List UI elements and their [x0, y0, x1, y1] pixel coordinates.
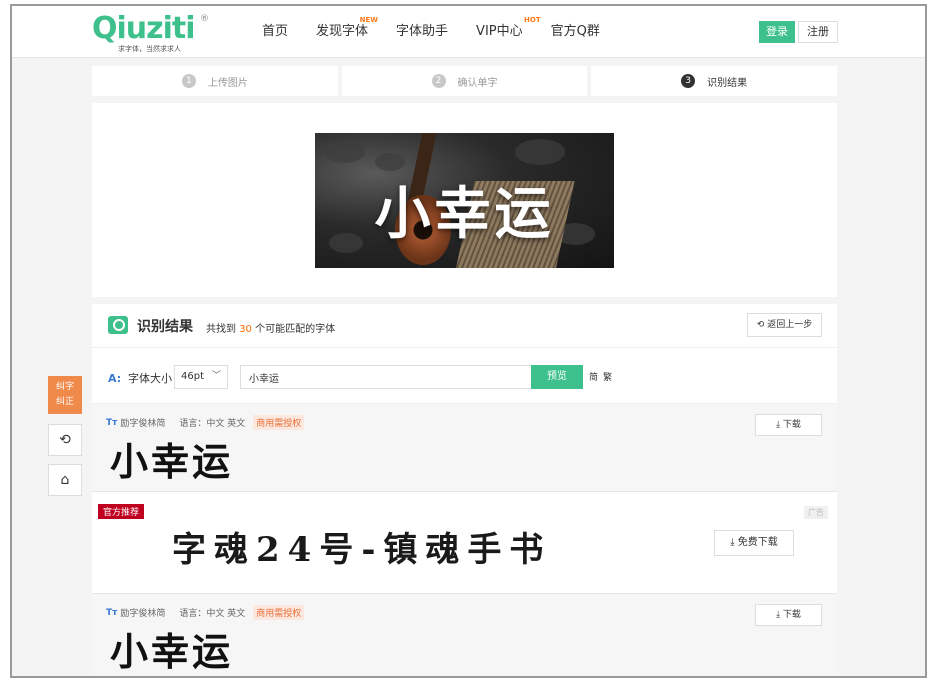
- step-number: 1: [181, 74, 196, 88]
- background-leaf: [515, 139, 565, 165]
- traditional-option[interactable]: 繁: [603, 370, 612, 383]
- side-home-button[interactable]: ⌂: [48, 464, 82, 496]
- download-label: 下载: [782, 420, 801, 430]
- font-meta: Tт 励字俊林简 语言：中文 英文 商用需授权: [106, 605, 305, 620]
- font-result-row: Tт 励字俊林简 语言：中文 英文 商用需授权 ⤓ 下载 小幸运: [92, 594, 837, 676]
- chevron-down-icon: ﹀: [211, 371, 221, 381]
- nav-label: 发现字体: [316, 24, 369, 39]
- step-confirm-characters: 2 确认单字: [341, 66, 588, 96]
- simplified-option[interactable]: 简: [589, 370, 598, 383]
- font-name[interactable]: 励字俊林简: [120, 416, 165, 429]
- undo-icon: ⟲: [59, 432, 71, 448]
- download-icon: ⤓: [776, 610, 781, 620]
- font-type-icon: Tт: [106, 417, 118, 428]
- download-icon: ⤓: [730, 537, 735, 548]
- undo-icon: ⟲: [756, 320, 765, 330]
- uploaded-image-card: 小幸运: [92, 103, 837, 297]
- nav-home[interactable]: 首页: [262, 6, 288, 58]
- nav-label: 字体助手: [396, 24, 449, 39]
- font-result-row: Tт 励字俊林简 语言：中文 英文 商用需授权 ⤓ 下载 小幸运: [92, 404, 837, 492]
- back-button[interactable]: ⟲ 返回上一步: [747, 313, 822, 337]
- site-logo[interactable]: Qiuziti ® 求字体，当然求求人: [92, 12, 212, 54]
- nav-label: 官方Q群: [550, 24, 600, 39]
- result-count: 共找到 30 个可能匹配的字体: [206, 320, 335, 335]
- count-suffix: 个可能匹配的字体: [255, 324, 336, 335]
- font-size-value: 46pt: [181, 371, 204, 382]
- step-recognition-result: 3 识别结果: [591, 66, 838, 96]
- font-sample: 小幸运: [110, 440, 234, 484]
- download-button[interactable]: ⤓ 下载: [755, 604, 822, 626]
- search-result-icon: [108, 316, 128, 334]
- free-download-button[interactable]: ⤓ 免费下载: [714, 530, 794, 556]
- download-button[interactable]: ⤓ 下载: [755, 414, 822, 436]
- result-title: 识别结果: [137, 319, 193, 335]
- home-icon: ⌂: [60, 472, 70, 488]
- image-text: 小幸运: [374, 182, 555, 247]
- ad-row[interactable]: 官方推荐 广告 字魂24号-镇魂手书 ⤓ 免费下载: [92, 492, 837, 594]
- step-label: 确认单字: [457, 77, 498, 89]
- hot-badge: HOT: [524, 16, 541, 24]
- font-meta: Tт 励字俊林简 语言：中文 英文 商用需授权: [106, 415, 305, 430]
- login-button[interactable]: 登录: [759, 21, 795, 43]
- top-header: Qiuziti ® 求字体，当然求求人 首页 发现字体 NEW 字体助手 VIP中…: [12, 6, 925, 58]
- preview-text-input[interactable]: [240, 365, 531, 389]
- nav-label: VIP中心: [476, 24, 523, 39]
- count-prefix: 共找到: [206, 324, 236, 335]
- step-number: 2: [431, 74, 446, 88]
- preview-toolbar: A: 字体大小 46pt ﹀ 预览 简 繁: [92, 348, 837, 404]
- license-badge: 商用需授权: [253, 605, 305, 620]
- browser-frame: Qiuziti ® 求字体，当然求求人 首页 发现字体 NEW 字体助手 VIP中…: [10, 4, 927, 678]
- main-nav: 首页 发现字体 NEW 字体助手 VIP中心 HOT 官方Q群: [262, 6, 628, 58]
- ad-font-sample: 字魂24号-镇魂手书: [172, 530, 552, 570]
- logo-text: Qiuziti: [92, 11, 196, 46]
- nav-label: 首页: [262, 24, 289, 39]
- step-number: 3: [681, 74, 696, 88]
- nav-font-assistant[interactable]: 字体助手: [396, 6, 448, 58]
- back-label: 返回上一步: [767, 320, 813, 330]
- font-size-icon: A:: [108, 372, 122, 385]
- license-badge: 商用需授权: [253, 415, 305, 430]
- font-type-icon: Tт: [106, 607, 118, 618]
- official-recommend-tag: 官方推荐: [98, 504, 145, 519]
- new-badge: NEW: [359, 16, 379, 24]
- registered-mark: ®: [200, 14, 209, 24]
- font-language: 语言：中文 英文: [179, 609, 246, 619]
- result-header: 识别结果 共找到 30 个可能匹配的字体 ⟲ 返回上一步: [92, 304, 837, 348]
- step-progress: 1 上传图片 2 确认单字 3 识别结果: [92, 66, 838, 96]
- register-button[interactable]: 注册: [798, 21, 838, 43]
- step-upload-image: 1 上传图片: [92, 66, 338, 96]
- preview-button[interactable]: 预览: [531, 365, 583, 389]
- font-sample: 小幸运: [110, 630, 234, 674]
- nav-vip-center[interactable]: VIP中心 HOT: [476, 6, 541, 58]
- font-size-select[interactable]: 46pt ﹀: [174, 365, 228, 389]
- feedback-button[interactable]: 纠字 纠正: [48, 376, 82, 414]
- nav-discover-fonts[interactable]: 发现字体 NEW: [316, 6, 378, 58]
- step-label: 识别结果: [707, 77, 748, 89]
- background-leaf: [325, 141, 365, 163]
- count-number: 30: [239, 324, 252, 335]
- font-language: 语言：中文 英文: [179, 419, 246, 429]
- logo-slogan: 求字体，当然求求人: [118, 45, 181, 53]
- free-download-label: 免费下载: [737, 537, 778, 548]
- feedback-line: 纠正: [55, 397, 74, 407]
- ad-label: 广告: [804, 506, 828, 519]
- side-undo-button[interactable]: ⟲: [48, 424, 82, 456]
- feedback-line: 纠字: [55, 382, 74, 392]
- font-name[interactable]: 励字俊林简: [120, 606, 165, 619]
- nav-official-qq-group[interactable]: 官方Q群: [551, 6, 600, 58]
- uploaded-image: 小幸运: [315, 133, 614, 268]
- step-label: 上传图片: [207, 77, 248, 89]
- download-icon: ⤓: [776, 420, 781, 430]
- font-size-label: 字体大小: [128, 372, 172, 385]
- download-label: 下载: [782, 610, 801, 620]
